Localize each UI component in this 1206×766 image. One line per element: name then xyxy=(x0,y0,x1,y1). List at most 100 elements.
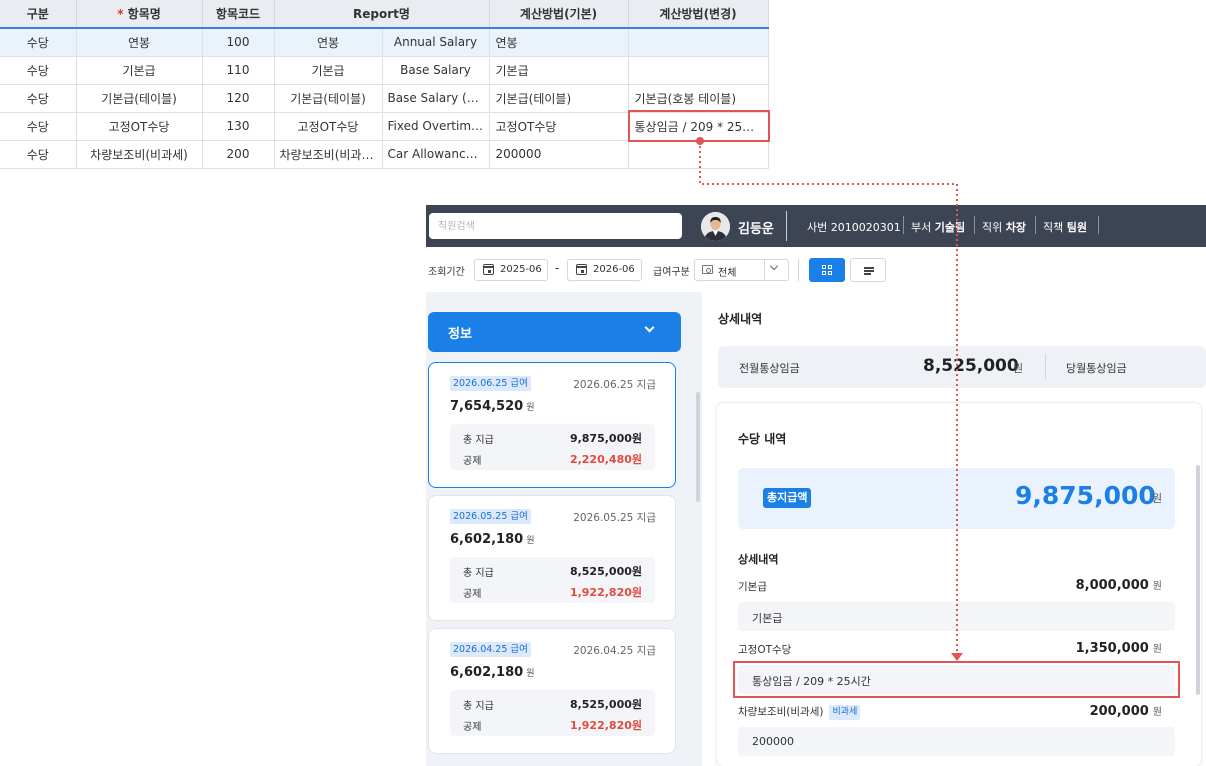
cell-type: 수당 xyxy=(0,55,77,85)
cell-report-en: Annual Salary xyxy=(381,27,490,57)
pay-type-select[interactable]: 전체 xyxy=(694,259,789,281)
ordinary-wage-summary: 전월통상임금 8,525,000 원 당월통상임금 xyxy=(718,346,1206,388)
item-value: 1,350,000 원 xyxy=(1076,640,1162,656)
col-header-name-label: 항목명 xyxy=(127,7,161,21)
cell-code: 200 xyxy=(201,139,275,169)
item-value-amount: 8,000,000 xyxy=(1075,578,1149,593)
emp-no-value: 2010020301 xyxy=(830,221,901,234)
total-value: 8,525,000원 xyxy=(569,698,642,711)
col-header-code: 항목코드 xyxy=(201,0,275,29)
cell-name: 차량보조비(비과세) xyxy=(75,139,203,169)
net-amount-unit: 원 xyxy=(526,536,535,546)
net-amount-value: 6,602,180 xyxy=(450,532,524,547)
non-taxable-badge: 비과세 xyxy=(829,705,861,720)
net-amount-value: 6,602,180 xyxy=(450,665,524,680)
item-value-unit: 원 xyxy=(1152,581,1162,592)
calc-method-table: 구분 * 항목명 항목코드 Report명 계산방법(기본) 계산방법(변경) … xyxy=(0,0,769,169)
pay-card[interactable]: 2026.06.25 급여 2026.06.25 지급 7,654,520 원 총… xyxy=(428,362,676,488)
calendar-icon xyxy=(482,264,494,275)
detail-subtitle: 상세내역 xyxy=(738,553,779,566)
list-view-button[interactable] xyxy=(850,258,886,282)
item-value-amount: 1,350,000 xyxy=(1075,641,1149,656)
avatar[interactable] xyxy=(701,212,730,241)
table-row[interactable]: 수당 기본급(테이블) 120 기본급(테이블) Base Salary (Ta… xyxy=(0,83,769,113)
net-amount: 7,654,520 원 xyxy=(450,399,534,414)
pay-summary: 총 지급 8,525,000원 공제 1,922,820원 xyxy=(450,557,655,603)
col-header-calc-changed: 계산방법(변경) xyxy=(627,0,769,29)
total-pay-box: 총지급액 9,875,000 원 xyxy=(738,468,1175,529)
item-label: 기본급 xyxy=(738,581,767,593)
chevron-down-icon xyxy=(644,322,655,333)
total-label: 총 지급 xyxy=(463,435,494,446)
pay-summary: 총 지급 9,875,000원 공제 2,220,480원 xyxy=(450,424,655,470)
dept: 부서 기술팀 xyxy=(911,219,965,235)
pay-date: 2026.04.25 지급 xyxy=(573,645,656,657)
cell-report-en: Fixed Overtime Allowance xyxy=(381,111,490,141)
pay-card[interactable]: 2026.04.25 급여 2026.04.25 지급 6,602,180 원 총… xyxy=(428,628,676,754)
emp-no-label: 사번 xyxy=(807,221,828,234)
cell-type: 수당 xyxy=(0,83,77,113)
date-to-picker[interactable]: 2026-06 xyxy=(567,259,642,281)
cell-calc-default: 기본급 xyxy=(488,55,629,85)
cell-report-ko: 기본급(테이블) xyxy=(273,83,383,113)
total-pay-badge: 총지급액 xyxy=(763,488,812,508)
position-value: 차장 xyxy=(1005,221,1026,234)
cell-report-en: Base Salary xyxy=(381,55,490,85)
cell-code: 130 xyxy=(201,111,275,141)
required-mark: * xyxy=(117,7,124,21)
table-row[interactable]: 수당 차량보조비(비과세) 200 차량보조비(비과세) Car Allowan… xyxy=(0,139,769,169)
cell-calc-changed[interactable] xyxy=(627,139,769,169)
right-scrollbar[interactable] xyxy=(1196,465,1200,695)
table-row[interactable]: 수당 기본급 110 기본급 Base Salary 기본급 xyxy=(0,55,769,85)
item-formula: 통상임금 / 209 * 25시간 xyxy=(738,665,1175,694)
cell-report-ko: 연봉 xyxy=(273,27,383,57)
col-header-report: Report명 xyxy=(273,0,490,29)
cell-calc-changed[interactable] xyxy=(627,55,769,85)
info-dropdown[interactable]: 정보 xyxy=(428,312,681,352)
cell-type: 수당 xyxy=(0,111,77,141)
item-formula-text: 기본급 xyxy=(752,612,783,625)
cell-calc-default: 연봉 xyxy=(488,27,629,57)
item-formula-text: 통상임금 / 209 * 25시간 xyxy=(752,675,871,688)
header-divider xyxy=(786,211,787,241)
role-label: 직책 xyxy=(1043,221,1064,234)
item-formula-text: 200000 xyxy=(752,735,794,748)
cell-calc-default: 200000 xyxy=(488,139,629,169)
cell-code: 110 xyxy=(201,55,275,85)
cell-code: 100 xyxy=(201,27,275,57)
pay-badge: 2026.04.25 급여 xyxy=(450,642,531,657)
total-value: 8,525,000원 xyxy=(569,565,642,578)
cell-calc-changed[interactable]: 기본급(호봉 테이블) xyxy=(627,83,769,113)
header-separator xyxy=(974,216,975,234)
left-scrollbar[interactable] xyxy=(696,392,700,502)
period-label: 조회기간 xyxy=(428,267,465,278)
grid-view-button[interactable] xyxy=(809,258,845,282)
table-row[interactable]: 수당 연봉 100 연봉 Annual Salary 연봉 xyxy=(0,27,769,57)
employee-search-input[interactable] xyxy=(429,213,682,239)
role-value: 팀원 xyxy=(1066,221,1087,234)
cell-type: 수당 xyxy=(0,27,77,57)
deduct-value: 2,220,480원 xyxy=(569,453,642,466)
item-value-unit: 원 xyxy=(1152,644,1162,655)
emp-no: 사번 2010020301 xyxy=(807,219,901,235)
item-value-amount: 200,000 xyxy=(1089,704,1149,719)
net-amount-unit: 원 xyxy=(526,669,535,679)
cell-code: 120 xyxy=(201,83,275,113)
header-separator xyxy=(1098,216,1099,234)
item-value: 200,000 원 xyxy=(1090,703,1162,719)
date-from-picker[interactable]: 2025-06 xyxy=(474,259,548,281)
cell-calc-changed[interactable]: 통상임금 / 209 * 25시간 xyxy=(627,111,769,141)
pay-date: 2026.06.25 지급 xyxy=(573,379,656,391)
pay-type-label: 급여구분 xyxy=(653,267,690,278)
user-name: 김등운 xyxy=(738,222,774,237)
cell-name: 고정OT수당 xyxy=(75,111,203,141)
item-formula: 기본급 xyxy=(738,602,1175,631)
pay-card[interactable]: 2026.05.25 급여 2026.05.25 지급 6,602,180 원 총… xyxy=(428,495,676,621)
deduct-label: 공제 xyxy=(463,589,482,600)
table-row[interactable]: 수당 고정OT수당 130 고정OT수당 Fixed Overtime Allo… xyxy=(0,111,769,141)
cell-calc-changed[interactable] xyxy=(627,27,769,57)
dept-value: 기술팀 xyxy=(934,221,966,234)
date-to-value: 2026-06 xyxy=(593,264,635,275)
total-pay-unit: 원 xyxy=(1152,492,1163,505)
cell-report-en: Car Allowance (Non-taxable) xyxy=(381,139,490,169)
